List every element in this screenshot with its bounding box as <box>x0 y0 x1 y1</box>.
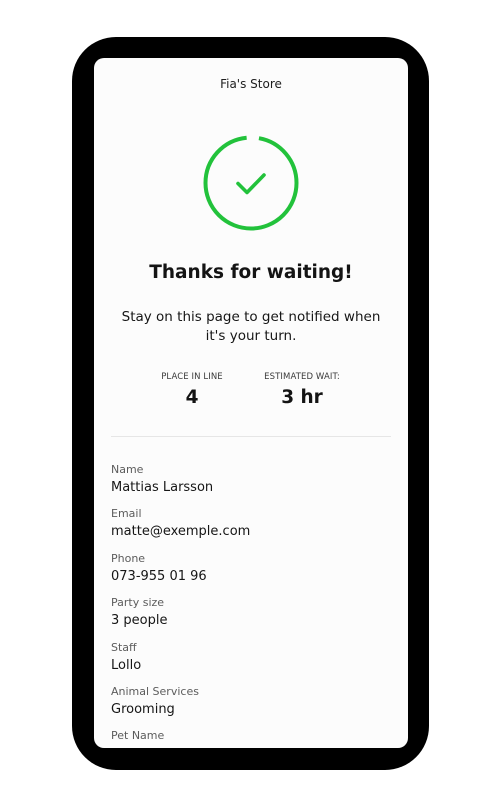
detail-animal-services: Animal Services Grooming <box>111 685 391 729</box>
detail-party-size: Party size 3 people <box>111 596 391 640</box>
detail-label: Email <box>111 507 142 521</box>
detail-name: Name Mattias Larsson <box>111 463 391 507</box>
detail-label: Party size <box>111 596 165 610</box>
detail-label: Staff <box>111 640 137 654</box>
store-name: Fia's Store <box>220 77 282 91</box>
detail-value: 3 people <box>111 613 168 629</box>
phone-screen: Fia's Store Thanks for waiting! Stay on … <box>94 58 408 748</box>
status-message: Stay on this page to get notified when i… <box>121 309 381 344</box>
detail-label: Animal Services <box>111 684 199 698</box>
detail-value: matte@exemple.com <box>111 524 251 540</box>
detail-value: Mattias Larsson <box>111 480 214 495</box>
detail-label: Pet Name <box>111 729 165 743</box>
place-in-line-label: PLACE IN LINE <box>161 372 223 382</box>
place-in-line: PLACE IN LINE 4 <box>148 372 236 408</box>
detail-pet-name: Pet Name <box>111 729 391 748</box>
place-in-line-value: 4 <box>185 387 199 408</box>
page-title: Thanks for waiting! <box>149 262 353 283</box>
detail-value: Lollo <box>111 657 142 673</box>
detail-email: Email matte@exemple.com <box>111 507 391 551</box>
detail-staff: Staff Lollo <box>111 641 391 685</box>
detail-phone: Phone 073-955 01 96 <box>111 552 391 596</box>
estimated-wait: ESTIMATED WAIT: 3 hr <box>254 372 350 408</box>
check-circle-icon <box>203 135 299 231</box>
divider <box>111 436 391 437</box>
detail-value: Grooming <box>111 701 175 717</box>
estimated-wait-label: ESTIMATED WAIT: <box>264 372 340 382</box>
detail-label: Name <box>111 463 144 476</box>
details-list: Name Mattias Larsson Email matte@exemple… <box>111 463 391 748</box>
estimated-wait-value: 3 hr <box>281 387 323 408</box>
detail-label: Phone <box>111 551 146 565</box>
detail-value: 073-955 01 96 <box>111 568 207 584</box>
